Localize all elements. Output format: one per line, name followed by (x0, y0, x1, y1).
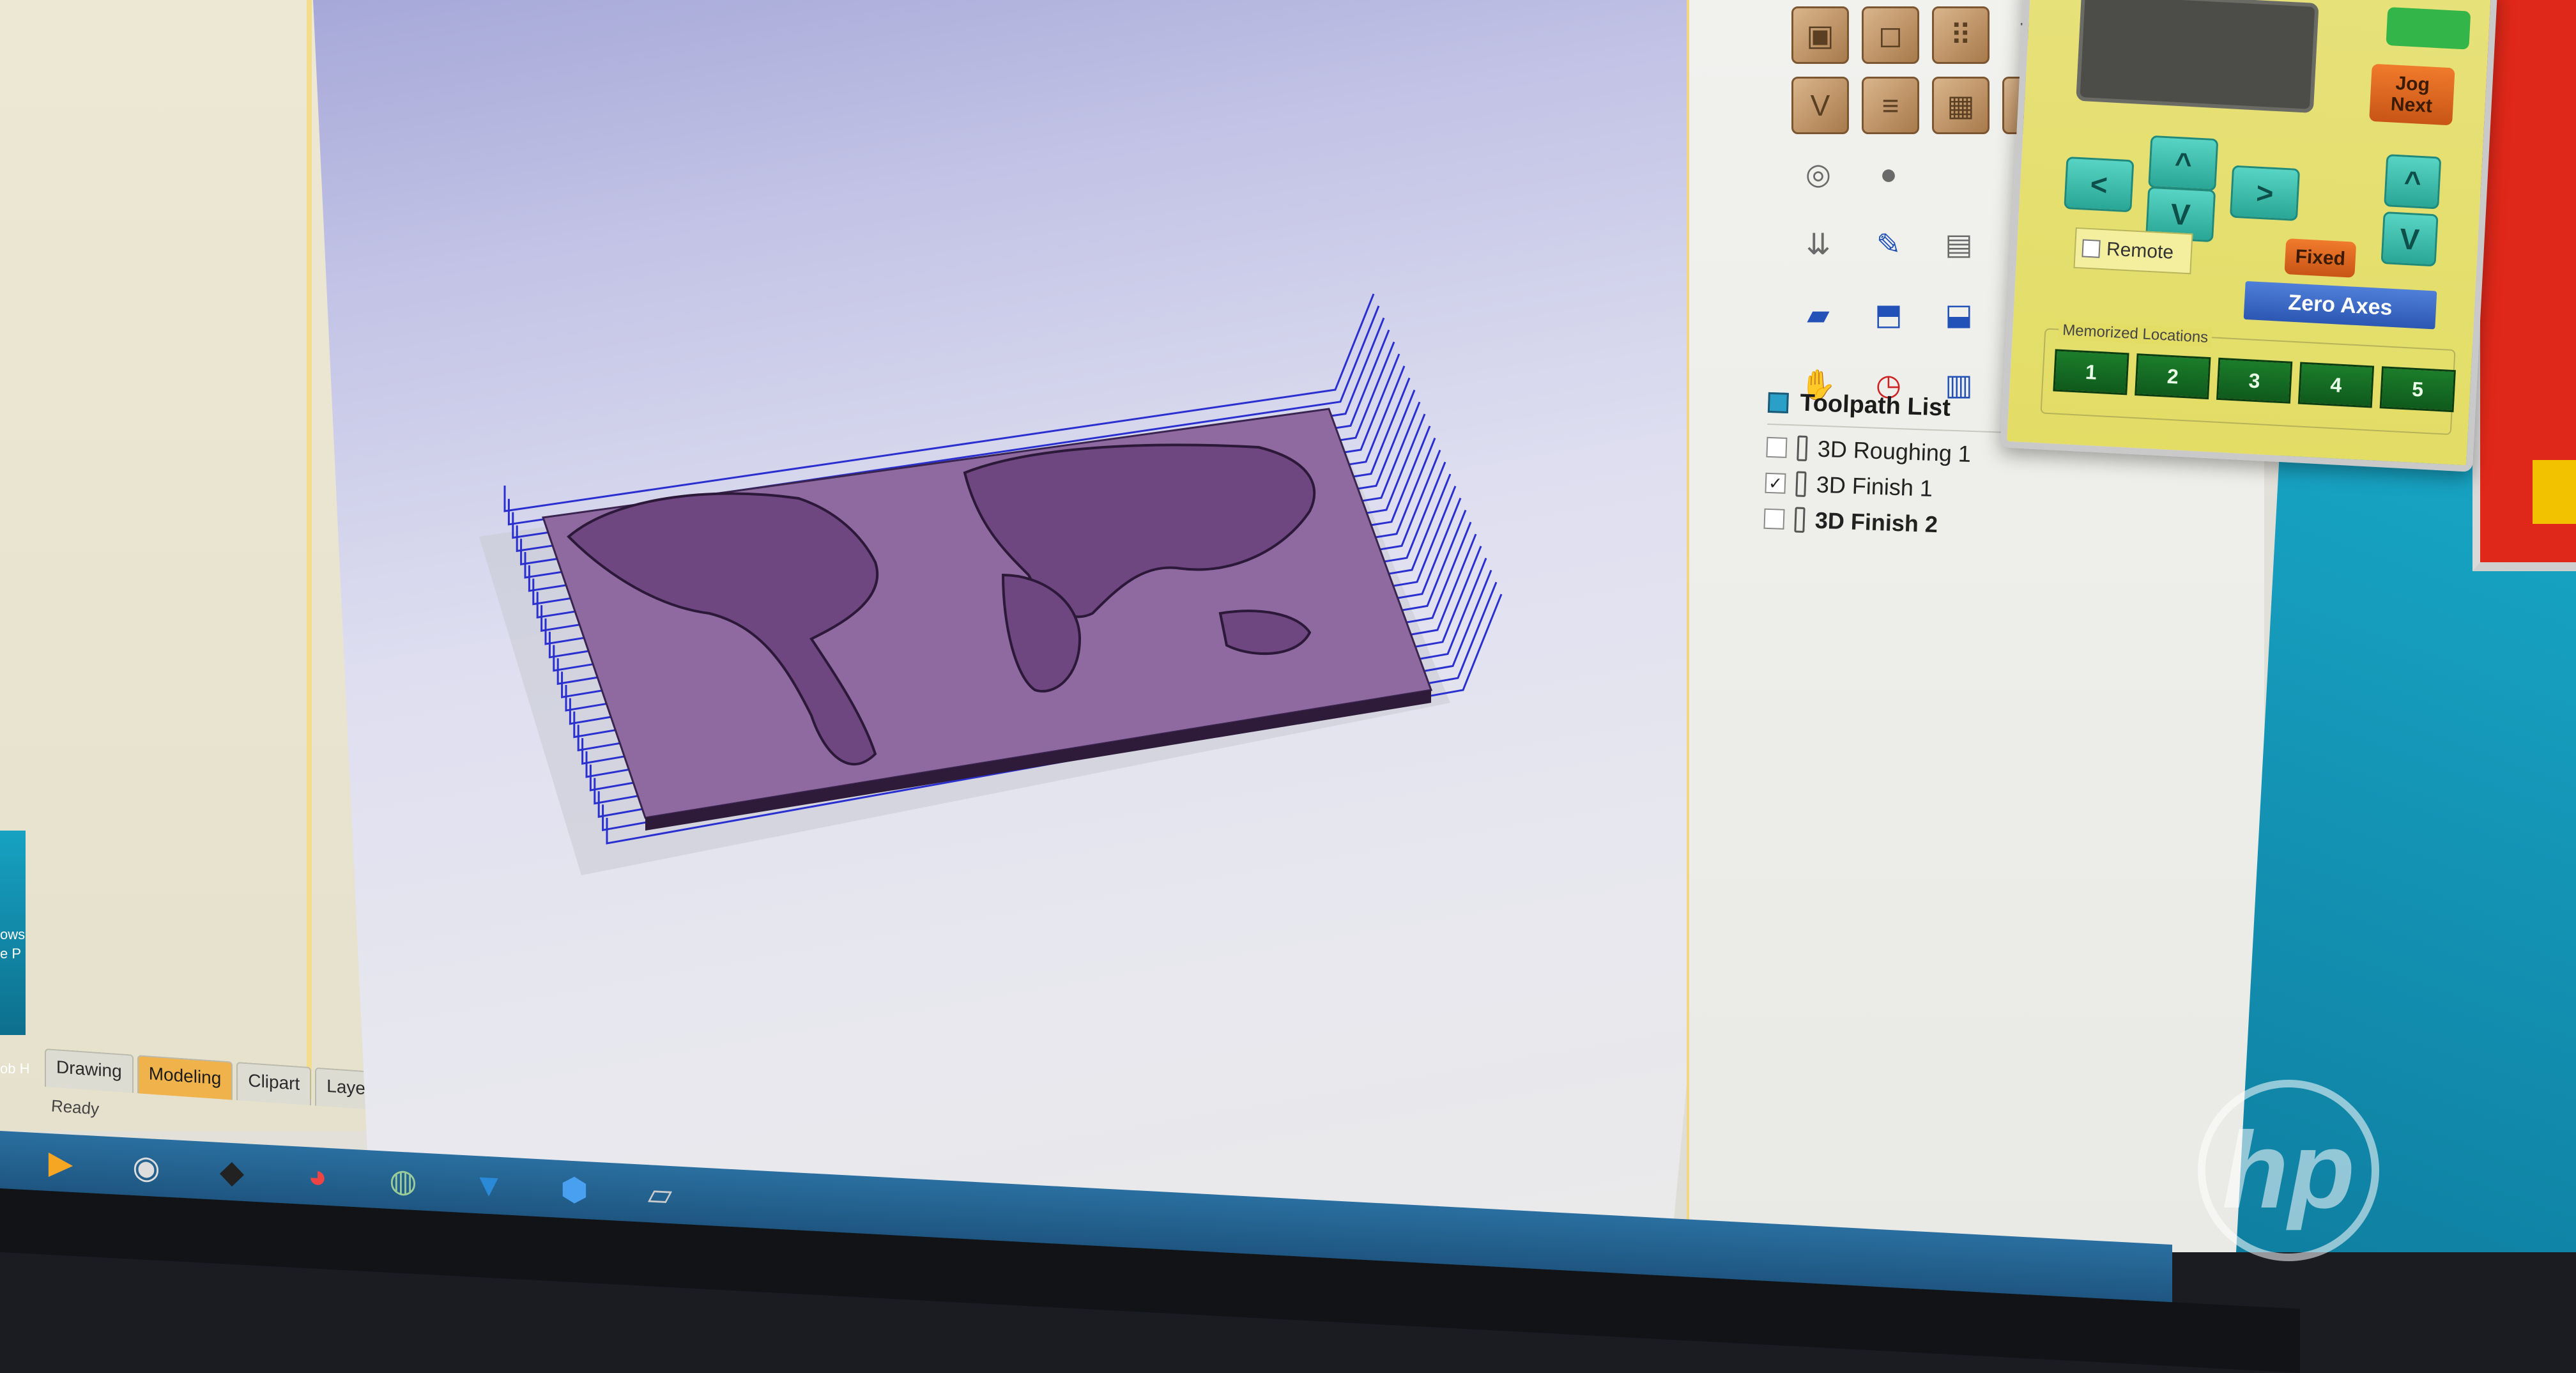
hp-logo: hp (2198, 1080, 2379, 1261)
jog-left-button[interactable]: < (2064, 156, 2135, 213)
memorized-buttons: 1 2 3 4 5 (2053, 349, 2456, 413)
save-toolpath-icon[interactable]: ⬒ (1862, 288, 1915, 341)
desktop-icon-label: ows (0, 926, 26, 942)
memorized-locations-label: Memorized Locations (2058, 321, 2212, 348)
memorized-locations: Memorized Locations 1 2 3 4 5 (2040, 321, 2456, 436)
tab-modeling[interactable]: Modeling (137, 1055, 233, 1100)
tool-bit-icon (1797, 435, 1808, 462)
toolpath-checkbox[interactable] (1766, 436, 1788, 458)
toolpath-item[interactable]: ✓ 3D Finish 1 (1765, 470, 2212, 512)
app-icon[interactable]: ◍ (381, 1157, 425, 1204)
v-carve-icon[interactable]: V (1791, 77, 1849, 134)
fixed-button[interactable]: Fixed (2284, 238, 2357, 278)
mach3-icon[interactable]: ⬢ (552, 1166, 597, 1213)
toolpath-checkbox[interactable] (1763, 508, 1785, 530)
jog-z-up-button[interactable]: ^ (2384, 154, 2442, 210)
fluting-icon[interactable]: ◎ (1791, 147, 1845, 201)
media-player-icon[interactable]: ▶ (38, 1139, 83, 1186)
memory-button-2[interactable]: 2 (2135, 353, 2211, 400)
jog-right-button[interactable]: > (2229, 165, 2301, 221)
status-text: Ready (50, 1096, 100, 1119)
3d-viewport[interactable] (313, 0, 1789, 1252)
memory-button-4[interactable]: 4 (2297, 362, 2375, 408)
jog-pendant: Jog Next ^ < > V ^ V Fixed Remote Zero A… (2000, 0, 2498, 472)
memory-button-5[interactable]: 5 (2379, 366, 2456, 413)
import-icon[interactable]: ⬓ (1932, 288, 1986, 341)
texture-icon[interactable]: ▦ (1932, 77, 1989, 134)
remote-toggle[interactable]: Remote (2073, 227, 2193, 275)
window-accent (2533, 460, 2576, 524)
tab-drawing[interactable]: Drawing (45, 1048, 134, 1093)
memory-button-1[interactable]: 1 (2053, 349, 2129, 395)
panel-pin-icon[interactable] (1767, 392, 1789, 413)
toolpath-item[interactable]: 3D Finish 2 (1763, 505, 2211, 548)
pattern-icon[interactable]: ≡ (1862, 77, 1919, 134)
vcarve-icon[interactable]: ▼ (466, 1162, 511, 1209)
tool-bit-icon (1794, 507, 1805, 533)
tool-bit-icon (1795, 471, 1807, 497)
edit-toolpath-icon[interactable]: ✎ (1862, 217, 1915, 271)
jog-z-down-button[interactable]: V (2380, 211, 2439, 267)
zero-axes-button[interactable]: Zero Axes (2243, 280, 2437, 330)
memory-button-3[interactable]: 3 (2216, 357, 2293, 404)
open-toolpath-icon[interactable]: ▰ (1791, 288, 1845, 341)
app-icon[interactable]: ▱ (638, 1170, 682, 1218)
desktop-icon-label: e P (0, 946, 22, 962)
desktop-icon-label: ob H (0, 1061, 30, 1077)
remote-label: Remote (2106, 238, 2174, 263)
toolpath-label: 3D Roughing 1 (1817, 435, 1972, 467)
chrome-icon[interactable]: ◕ (295, 1153, 340, 1200)
preview-icon[interactable]: ▤ (1932, 217, 1986, 271)
toolpath-list-title: Toolpath List (1799, 389, 1951, 422)
toolpath-label: 3D Finish 1 (1816, 471, 1933, 502)
panel-divider (307, 0, 312, 1099)
box-select-icon[interactable]: ▣ (1791, 6, 1849, 64)
toolpath-preview (479, 293, 1503, 875)
remote-checkbox[interactable] (2082, 239, 2101, 258)
pendant-display (2076, 0, 2319, 114)
dots-grid-icon[interactable]: ⠿ (1932, 6, 1989, 64)
toolpath-label: 3D Finish 2 (1814, 507, 1938, 538)
square-icon[interactable]: ◻ (1862, 6, 1919, 64)
sphere-icon[interactable]: ● (1862, 147, 1915, 201)
app-icon[interactable]: ◉ (124, 1144, 169, 1191)
inkscape-icon[interactable]: ◆ (210, 1148, 254, 1195)
toolpath-checkbox[interactable]: ✓ (1765, 472, 1786, 494)
tab-clipart[interactable]: Clipart (236, 1062, 312, 1106)
jog-up-button[interactable]: ^ (2148, 135, 2219, 192)
jog-next-button[interactable]: Jog Next (2369, 63, 2455, 126)
drill-icon[interactable]: ⇊ (1791, 217, 1845, 271)
pendant-status-led (2386, 6, 2471, 50)
